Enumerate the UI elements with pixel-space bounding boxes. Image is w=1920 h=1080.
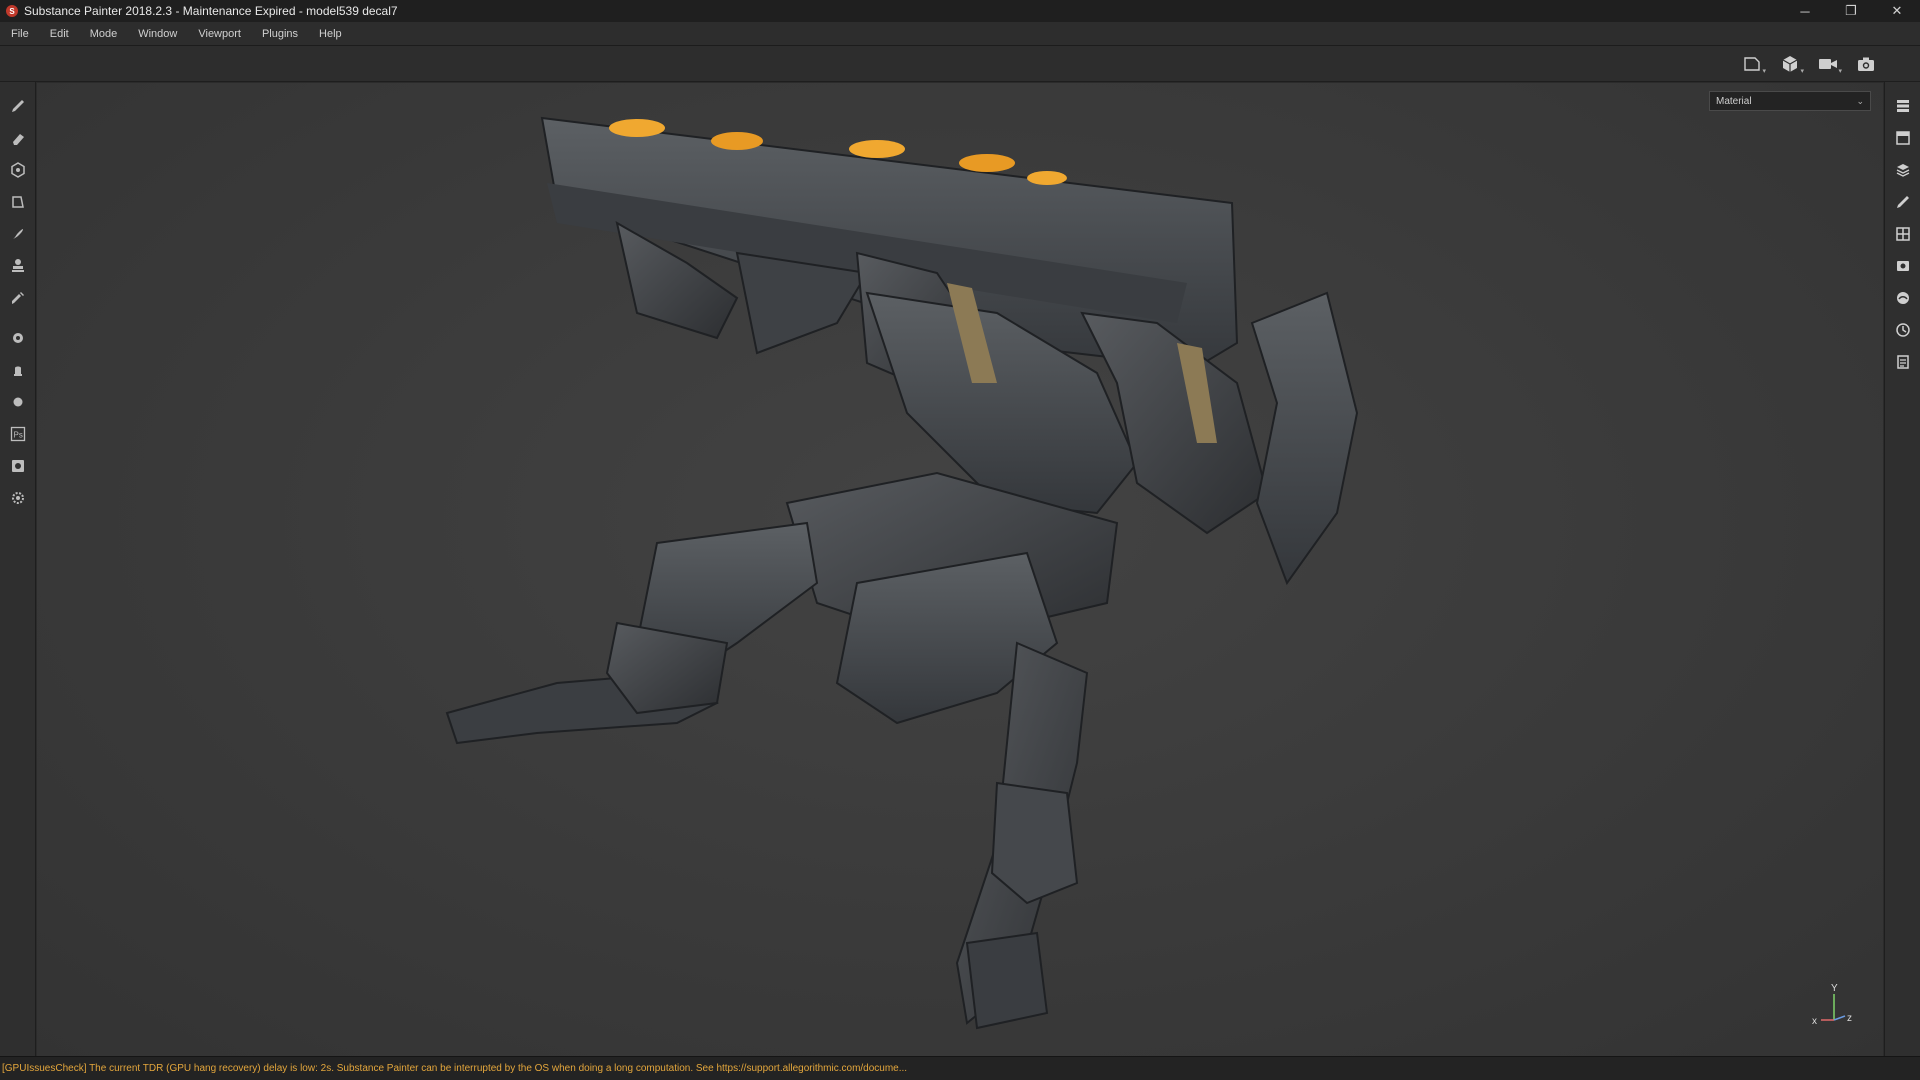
eraser-icon: [13, 134, 24, 145]
3d-view-button[interactable]: ▾: [1776, 52, 1804, 76]
export-icon: [12, 460, 24, 472]
paint-brush-icon: [12, 100, 24, 112]
display-settings-icon: [1897, 261, 1909, 271]
brush-settings-icon: [1897, 196, 1909, 208]
iray-button[interactable]: [0, 354, 36, 386]
svg-text:Ps: Ps: [14, 431, 23, 440]
iray-icon: [14, 366, 22, 376]
uv-grid-icon: [1896, 227, 1910, 241]
uv-grid-button[interactable]: [1885, 218, 1920, 250]
photoshop-export-button[interactable]: Ps: [0, 418, 36, 450]
axis-y-label: Y: [1831, 983, 1838, 994]
axis-z-label: z: [1847, 1013, 1852, 1024]
status-bar: [GPUIssuesCheck] The current TDR (GPU ha…: [0, 1056, 1920, 1080]
photoshop-icon: Ps: [10, 426, 26, 442]
chevron-down-icon: ▾: [1800, 68, 1804, 75]
camera-icon: [1819, 59, 1837, 69]
screenshot-icon: [1858, 57, 1874, 71]
color-picker-tool-button[interactable]: [0, 282, 36, 314]
chevron-down-icon: ▾: [1762, 68, 1766, 75]
menu-plugins[interactable]: Plugins: [255, 22, 305, 46]
restore-button[interactable]: ❐: [1828, 0, 1874, 22]
projection-icon: [11, 162, 25, 178]
channel-selected-label: Material: [1716, 95, 1752, 107]
settings-button[interactable]: [0, 482, 36, 514]
menu-edit[interactable]: Edit: [43, 22, 76, 46]
polygon-fill-icon: [12, 196, 24, 208]
camera-button[interactable]: ▾: [1814, 52, 1842, 76]
plugin-button[interactable]: [0, 386, 36, 418]
2d-view-button[interactable]: ▾: [1738, 52, 1766, 76]
menu-mode[interactable]: Mode: [83, 22, 125, 46]
viewport-toolbar: ▾ ▾ ▾: [0, 46, 1920, 82]
environment-button[interactable]: [1885, 282, 1920, 314]
window-controls: ─ ❐ ✕: [1782, 0, 1920, 22]
menu-file[interactable]: File: [4, 22, 36, 46]
history-button[interactable]: [1885, 314, 1920, 346]
bake-icon: [13, 333, 23, 343]
export-button[interactable]: [0, 450, 36, 482]
eraser-tool-button[interactable]: [0, 122, 36, 154]
color-picker-icon: [12, 292, 24, 304]
layer-stack-icon: [1896, 164, 1910, 177]
menu-window[interactable]: Window: [131, 22, 184, 46]
environment-icon: [1897, 292, 1909, 304]
layers-panel-icon: [1897, 100, 1909, 112]
close-button[interactable]: ✕: [1874, 0, 1920, 22]
polygon-fill-tool-button[interactable]: [0, 186, 36, 218]
clone-icon: [12, 259, 24, 272]
2d-view-icon: [1744, 57, 1760, 71]
3d-view-icon: [1782, 56, 1798, 72]
bake-button[interactable]: [0, 322, 36, 354]
log-button[interactable]: [1885, 346, 1920, 378]
texture-set-button[interactable]: [1885, 122, 1920, 154]
texture-set-icon: [1896, 131, 1910, 145]
minimize-button[interactable]: ─: [1782, 0, 1828, 22]
smudge-icon: [13, 229, 23, 239]
window-title: Substance Painter 2018.2.3 - Maintenance…: [24, 4, 398, 18]
status-message[interactable]: [GPUIssuesCheck] The current TDR (GPU ha…: [2, 1063, 907, 1074]
left-toolbar: Ps: [0, 82, 36, 1056]
history-icon: [1896, 323, 1910, 337]
brush-settings-button[interactable]: [1885, 186, 1920, 218]
axis-x-label: x: [1812, 1016, 1817, 1027]
chevron-down-icon: ⌄: [1856, 95, 1864, 106]
toolbar-separator: [1885, 82, 1920, 90]
menu-help[interactable]: Help: [312, 22, 349, 46]
smudge-tool-button[interactable]: [0, 218, 36, 250]
log-icon: [1897, 355, 1909, 369]
toolbar-separator: [0, 82, 35, 90]
right-toolbar: [1884, 82, 1920, 1056]
display-settings-button[interactable]: [1885, 250, 1920, 282]
toolbar-separator: [0, 314, 35, 322]
chevron-down-icon: ▾: [1838, 68, 1842, 75]
channel-dropdown[interactable]: Material ⌄: [1709, 91, 1871, 111]
clone-tool-button[interactable]: [0, 250, 36, 282]
3d-model-render: [445, 116, 1359, 1030]
axis-gizmo-icon: Y x z: [1812, 983, 1852, 1027]
plugin-icon: [13, 397, 23, 407]
projection-tool-button[interactable]: [0, 154, 36, 186]
settings-icon: [12, 492, 24, 504]
layer-stack-button[interactable]: [1885, 154, 1920, 186]
viewport-tools: ▾ ▾ ▾: [1738, 52, 1880, 76]
app-logo-icon: S: [6, 5, 18, 17]
layers-panel-button[interactable]: [1885, 90, 1920, 122]
3d-viewport[interactable]: Material ⌄ Y x z: [37, 83, 1883, 1056]
screenshot-button[interactable]: [1852, 52, 1880, 76]
menu-viewport[interactable]: Viewport: [191, 22, 248, 46]
paint-tool-button[interactable]: [0, 90, 36, 122]
menu-bar: File Edit Mode Window Viewport Plugins H…: [0, 22, 1920, 46]
title-bar: S Substance Painter 2018.2.3 - Maintenan…: [0, 0, 1920, 22]
